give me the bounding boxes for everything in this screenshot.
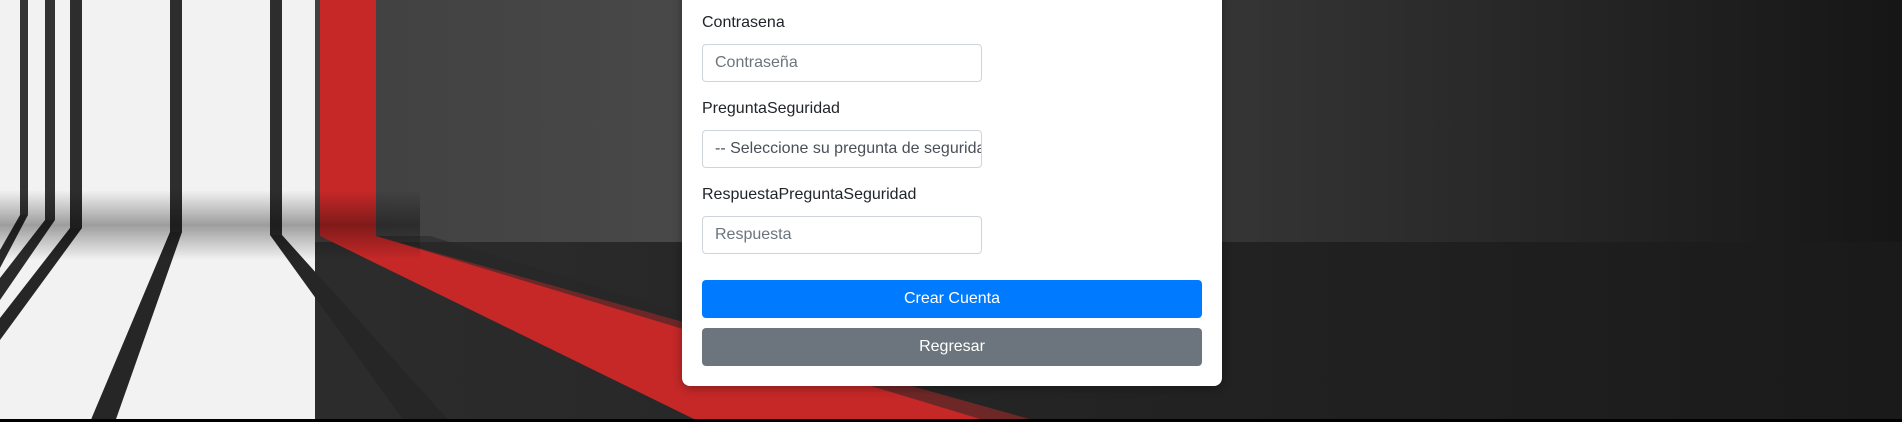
register-form-card: Contrasena PreguntaSeguridad -- Seleccio… — [682, 0, 1222, 386]
security-question-select[interactable]: -- Seleccione su pregunta de seguridad -… — [702, 130, 982, 168]
password-group: Contrasena — [702, 12, 1202, 82]
create-account-button[interactable]: Crear Cuenta — [702, 280, 1202, 318]
security-answer-label: RespuestaPreguntaSeguridad — [702, 186, 917, 203]
security-question-label: PreguntaSeguridad — [702, 100, 840, 117]
security-answer-field[interactable] — [702, 216, 982, 254]
back-button[interactable]: Regresar — [702, 328, 1202, 366]
password-field[interactable] — [702, 44, 982, 82]
password-label: Contrasena — [702, 14, 785, 31]
security-question-group: PreguntaSeguridad -- Seleccione su pregu… — [702, 98, 1202, 168]
security-answer-group: RespuestaPreguntaSeguridad — [702, 184, 1202, 254]
security-question-selected-text: -- Seleccione su pregunta de seguridad -… — [715, 140, 982, 157]
